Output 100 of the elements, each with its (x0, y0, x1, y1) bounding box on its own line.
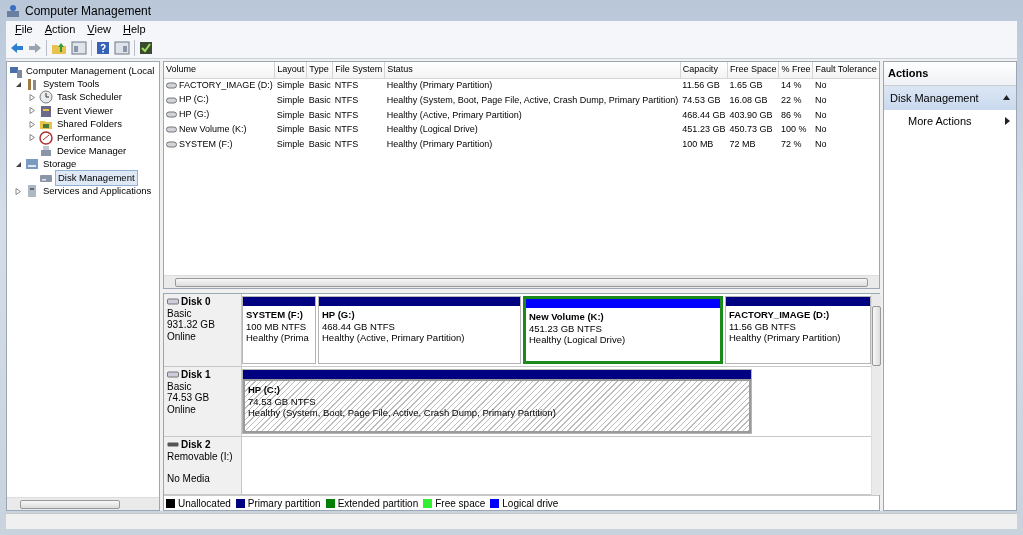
column-header[interactable]: File System (332, 62, 385, 78)
column-header[interactable]: Free Space (727, 62, 779, 78)
column-header[interactable]: Status (384, 62, 681, 78)
collapsed-arrow-icon[interactable] (29, 107, 36, 115)
folder-up-icon[interactable] (51, 41, 67, 55)
drive-icon (166, 81, 177, 89)
table-cell: Healthy (Primary Partition) (386, 80, 493, 91)
tree-item[interactable]: Performance (55, 130, 114, 145)
table-cell: Basic (308, 80, 331, 91)
checklist-icon[interactable] (139, 41, 153, 55)
legend-label: Extended partition (337, 496, 419, 511)
partition[interactable]: SYSTEM (F:) 100 MB NTFS Healthy (Prima (242, 296, 316, 364)
partition[interactable]: New Volume (K:) 451.23 GB NTFS Healthy (Logical Drive) (523, 296, 723, 364)
table-cell: Simple (276, 80, 305, 91)
column-header[interactable]: % Free (778, 62, 813, 78)
log-icon (39, 103, 53, 118)
table-cell: No (814, 94, 827, 105)
menu-item[interactable]: Help (118, 21, 151, 38)
app-icon (6, 3, 20, 18)
partition[interactable]: HP (G:) 468.44 GB NTFS Healthy (Active, Primary Partition) (318, 296, 521, 364)
tree-item[interactable]: System Tools (41, 76, 102, 92)
table-cell: Basic (308, 94, 331, 105)
disk-type: Basic (167, 380, 193, 392)
drive-icon (166, 140, 177, 148)
partition-size: 100 MB NTFS (246, 320, 308, 332)
table-cell: Healthy (Logical Drive) (386, 124, 478, 135)
tree-item[interactable]: Disk Management (55, 169, 138, 186)
disk-size: 74.53 GB (167, 392, 211, 404)
table-cell: 100 MB (682, 139, 714, 150)
tree-item[interactable]: Event Viewer (55, 103, 115, 118)
partition-size: 451.23 GB NTFS (529, 322, 603, 334)
tree-item[interactable]: Task Scheduler (55, 90, 124, 105)
back-icon[interactable] (10, 42, 24, 54)
collapse-arrow-icon[interactable] (1003, 95, 1010, 101)
column-header[interactable]: Volume (164, 62, 275, 78)
menu-item[interactable]: View (82, 21, 116, 38)
table-cell: 1.65 GB (729, 80, 763, 91)
partition-size: 74.53 GB NTFS (248, 395, 317, 407)
expanded-arrow-icon[interactable] (15, 80, 22, 88)
column-header[interactable]: Layout (274, 62, 307, 78)
table-cell: SYSTEM (F:) (179, 137, 233, 151)
table-cell: 450.73 GB (729, 124, 773, 135)
disk-status: Online (167, 403, 197, 415)
table-cell: No (814, 124, 827, 135)
table-cell: No (814, 139, 827, 150)
disk-name: Disk 0 (181, 296, 211, 308)
help-icon[interactable] (96, 41, 110, 55)
device-manager-icon (39, 144, 53, 159)
submenu-arrow-icon[interactable] (1005, 117, 1010, 126)
table-cell: Basic (308, 139, 331, 150)
legend-label: Primary partition (247, 496, 321, 511)
vertical-scrollbar[interactable] (871, 294, 881, 495)
menu-item[interactable]: File (10, 21, 38, 38)
table-cell: 403.90 GB (729, 109, 773, 120)
table-cell: 16.08 GB (729, 94, 768, 105)
collapsed-arrow-icon[interactable] (15, 187, 22, 195)
table-cell: 14 % (780, 80, 802, 91)
partition-status: Healthy (System, Boot, Page File, Active, Crash Dump, Primary Partition) (248, 407, 557, 419)
table-cell: NTFS (334, 94, 359, 105)
table-cell: Basic (308, 109, 331, 120)
tree-item[interactable]: Shared Folders (55, 117, 124, 132)
partition[interactable]: FACTORY_IMAGE (D:) 11.56 GB NTFS Healthy (Primary Partition) (725, 296, 871, 364)
table-cell: No (814, 109, 827, 120)
collapsed-arrow-icon[interactable] (29, 134, 36, 142)
column-header[interactable]: Capacity (680, 62, 728, 78)
forward-icon[interactable] (28, 42, 42, 54)
collapsed-arrow-icon[interactable] (29, 120, 36, 128)
table-cell: Healthy (Primary Partition) (386, 139, 493, 150)
services-icon (25, 184, 39, 199)
action-link[interactable]: More Actions (908, 113, 972, 130)
table-cell: No (814, 80, 827, 91)
horizontal-scrollbar[interactable] (164, 275, 879, 288)
disk-type: Removable (I:) (167, 450, 234, 462)
window-title: Computer Management (25, 2, 152, 20)
table-cell-text: HP (G:) (179, 108, 210, 121)
table-cell: Simple (276, 94, 305, 105)
expanded-arrow-icon[interactable] (15, 160, 22, 168)
tree-item[interactable]: Computer Management (Local (24, 63, 157, 78)
column-header[interactable]: Fault Tolerance (812, 62, 879, 78)
table-cell: Healthy (System, Boot, Page File, Active, Crash Dump, Primary Partition) (386, 94, 679, 105)
table-cell: 451.23 GB (682, 124, 726, 135)
disk-size: 931.32 GB (167, 319, 216, 331)
tools-icon (25, 77, 39, 92)
tree-item[interactable]: Services and Applications (41, 184, 154, 199)
table-cell: 100 % (780, 124, 807, 135)
disk-status: No Media (167, 473, 211, 485)
pane-icon[interactable] (71, 41, 87, 55)
actions-section[interactable]: Disk Management (884, 85, 1016, 110)
tree-item[interactable]: Device Manager (55, 143, 129, 159)
column-header[interactable]: Type (306, 62, 333, 78)
drive-icon (166, 126, 177, 133)
tree-item[interactable]: Storage (41, 157, 79, 172)
partition[interactable]: HP (C:) 74.53 GB NTFS Healthy (System, Boot, Page File, Active, Crash Dump, Primary Partition) (242, 369, 752, 434)
disk-status: Online (167, 330, 197, 342)
partition-status: Healthy (Logical Drive) (529, 334, 627, 346)
partition-name: HP (C:) (248, 384, 282, 396)
horizontal-scrollbar[interactable] (7, 497, 159, 510)
menu-item[interactable]: Action (39, 21, 81, 38)
collapsed-arrow-icon[interactable] (29, 93, 36, 101)
legend-label: Unallocated (178, 496, 231, 511)
